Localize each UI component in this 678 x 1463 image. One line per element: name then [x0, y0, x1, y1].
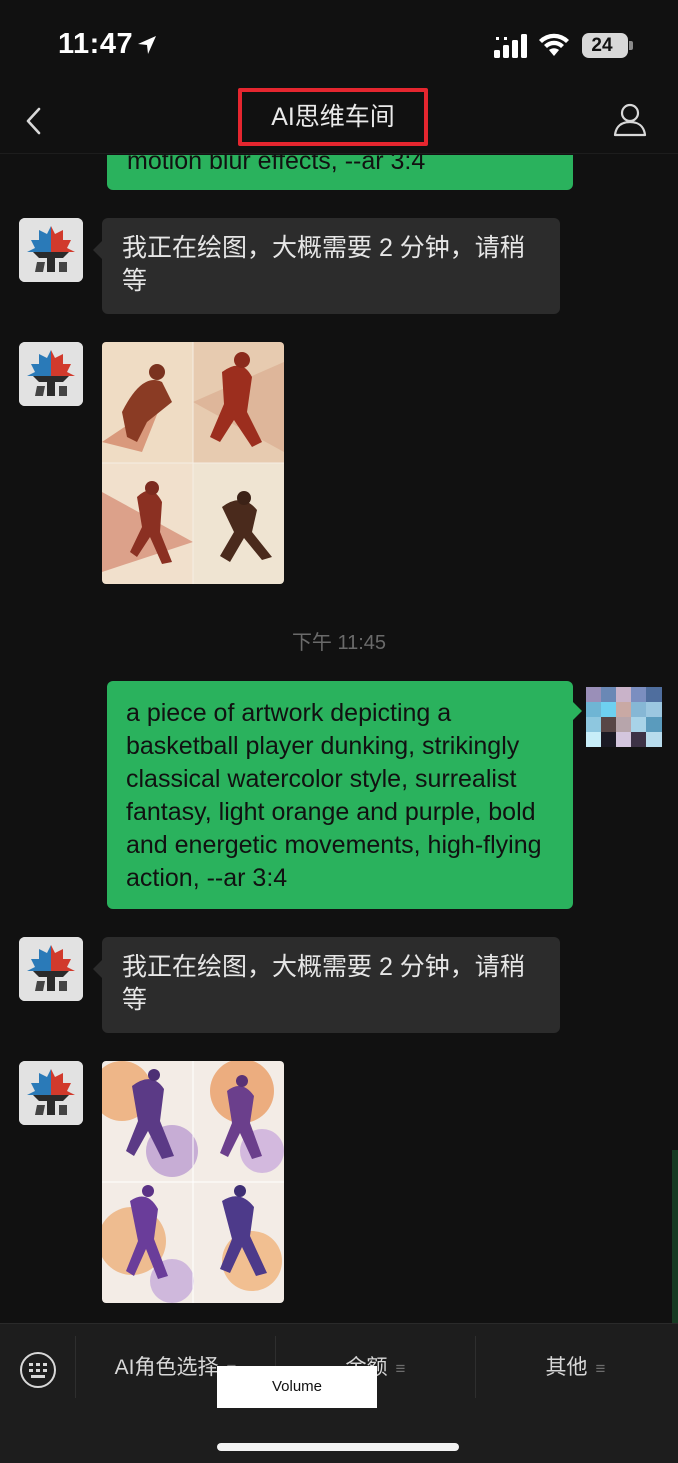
chat-header: AI思维车间 — [0, 88, 678, 154]
menu-item-label: 其他 — [545, 1356, 588, 1379]
bubble-tail — [93, 960, 102, 978]
timestamp: 下午 11:45 — [291, 632, 387, 654]
chevron-left-icon[interactable] — [20, 106, 46, 136]
bot-message-bubble[interactable]: 我正在绘图，大概需要 2 分钟，请稍等 — [102, 937, 560, 1033]
status-time: 11:47 — [58, 28, 134, 60]
home-indicator[interactable] — [217, 1443, 459, 1451]
bot-logo-icon — [19, 937, 83, 1001]
page-title: AI思维车间 — [271, 103, 395, 131]
chat-message-list[interactable]: motion blur effects, --ar 3:4 我正在绘图，大概需要… — [0, 155, 678, 1323]
bot-logo-icon — [19, 1061, 83, 1125]
title-highlight-box: AI思维车间 — [238, 88, 428, 146]
user-message-bubble[interactable]: a piece of artwork depicting a basketbal… — [107, 681, 573, 909]
bot-avatar[interactable] — [19, 218, 83, 282]
bot-avatar[interactable] — [19, 342, 83, 406]
prev-user-bubble[interactable]: motion blur effects, --ar 3:4 — [107, 155, 573, 190]
menu-other[interactable]: 其他 ≡ — [476, 1352, 675, 1384]
generated-image-sports-sketch[interactable] — [102, 342, 284, 584]
user-message-text: a piece of artwork depicting a basketbal… — [126, 699, 549, 892]
menu-item-label: AI角色选择 — [114, 1356, 219, 1379]
bot-avatar[interactable] — [19, 1061, 83, 1125]
battery-indicator: 24 — [582, 33, 628, 58]
menu-lines-icon: ≡ — [595, 1359, 606, 1378]
pixelated-avatar-image — [586, 687, 662, 747]
bubble-tail — [573, 702, 582, 720]
bot-message-bubble[interactable]: 我正在绘图，大概需要 2 分钟，请稍等 — [102, 218, 560, 314]
battery-nub — [629, 41, 633, 50]
generated-image-basketball-watercolor[interactable] — [102, 1061, 284, 1303]
wifi-icon — [539, 33, 569, 56]
bot-logo-icon — [19, 342, 83, 406]
volume-label: Volume — [271, 1378, 323, 1395]
prev-user-text: motion blur effects, --ar 3:4 — [127, 155, 426, 175]
keyboard-icon[interactable] — [18, 1350, 58, 1390]
volume-hud: Volume — [217, 1366, 377, 1408]
bubble-tail — [93, 241, 102, 259]
cellular-signal-icon — [494, 34, 527, 58]
user-avatar[interactable] — [586, 687, 662, 747]
status-bar: 11:47 24 — [0, 0, 678, 92]
person-icon[interactable] — [612, 102, 648, 138]
location-arrow-icon — [138, 36, 156, 54]
bot-message-text: 我正在绘图，大概需要 2 分钟，请稍等 — [122, 953, 525, 1014]
battery-level: 24 — [591, 35, 613, 56]
menu-lines-icon: ≡ — [395, 1359, 406, 1378]
bot-logo-icon — [19, 218, 83, 282]
scroll-edge-accent — [672, 1150, 678, 1323]
bot-avatar[interactable] — [19, 937, 83, 1001]
bot-message-text: 我正在绘图，大概需要 2 分钟，请稍等 — [122, 234, 525, 295]
